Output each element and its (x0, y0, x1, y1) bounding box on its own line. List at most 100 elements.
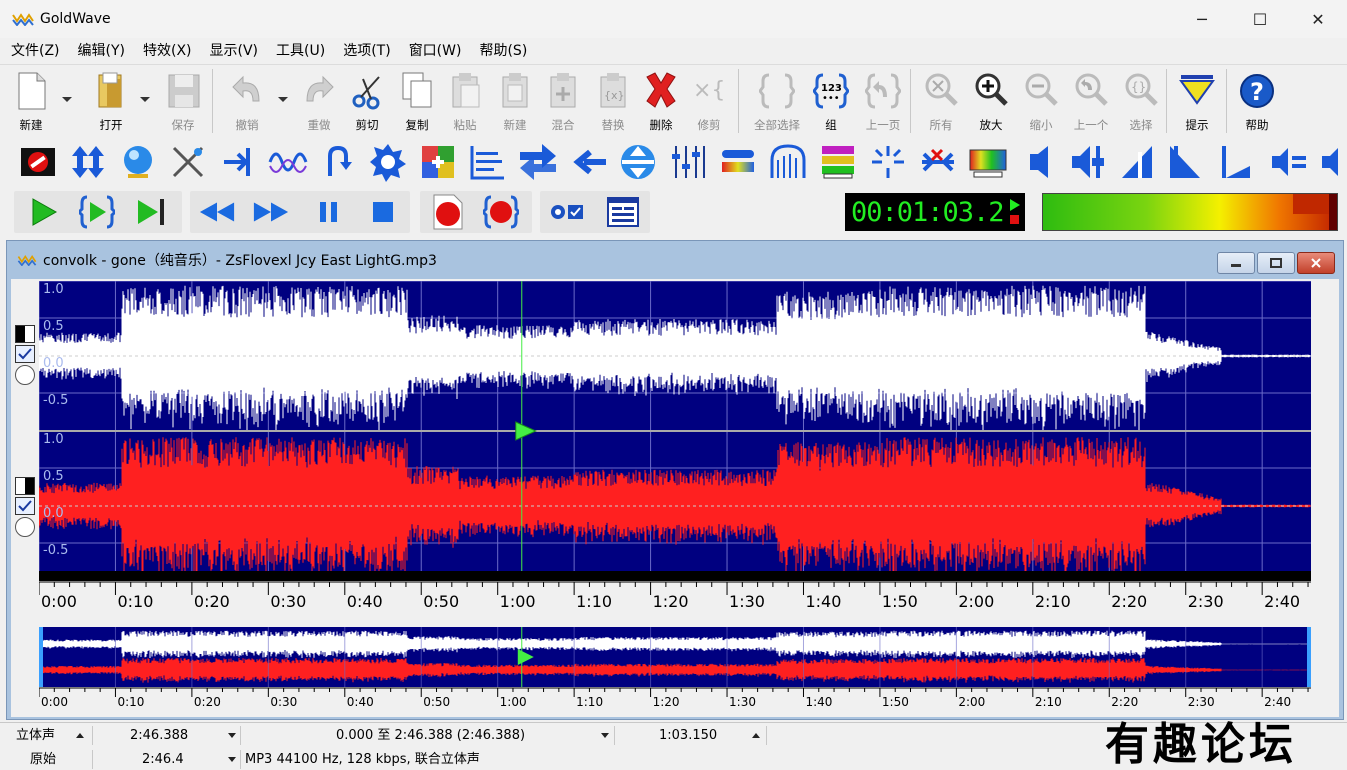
toolbar-button-redo[interactable]: 重做 (294, 71, 344, 135)
toolbar-button-replace[interactable]: {x} 替换 (588, 71, 638, 135)
menu-window[interactable]: 窗口(W) (400, 38, 471, 64)
left-channel-mute[interactable] (15, 325, 35, 343)
speaker-loud-icon[interactable] (1118, 142, 1158, 182)
length-dropdown[interactable] (228, 724, 236, 747)
sphere-icon[interactable] (118, 142, 158, 182)
timeline-ruler[interactable]: 0:00 0:10 0:20 0:30 0:40 0:50 1:00 1:10 1:20 1:30… (39, 581, 1311, 611)
split-line-icon[interactable] (868, 142, 908, 182)
speaker-small-icon[interactable] (1216, 142, 1256, 182)
maximize-button[interactable]: ☐ (1231, 0, 1289, 38)
close-button[interactable]: ✕ (1289, 0, 1347, 38)
no-entry-icon[interactable] (18, 142, 58, 182)
toolbar-button-hint-triangle[interactable]: 提示 (1172, 71, 1222, 135)
open-dropdown-arrow[interactable] (140, 97, 150, 102)
color-grid-icon[interactable] (818, 142, 858, 182)
toolbar-label: 选择 (1129, 118, 1153, 132)
position-dropdown[interactable] (752, 724, 760, 747)
overview-timeline-label: 1:50 (882, 695, 909, 709)
channel-mode[interactable]: 立体声 (16, 724, 55, 747)
right-channel-solo[interactable] (15, 517, 35, 537)
play-to-end-button[interactable] (132, 191, 170, 233)
channel-mode-arrow[interactable] (76, 724, 84, 747)
toolbar-button-help-question[interactable]: ? 帮助 (1232, 71, 1282, 135)
toolbar-button-zoom-previous[interactable]: 上一个 (1066, 71, 1116, 135)
rainbow-box-icon[interactable] (968, 142, 1008, 182)
menu-help[interactable]: 帮助(S) (470, 38, 536, 64)
toolbar-button-select-all[interactable]: 全部选择 (752, 71, 802, 135)
toolbar-button-mix[interactable]: 混合 (538, 71, 588, 135)
input-arrow-icon[interactable] (218, 142, 258, 182)
undo-dropdown-arrow[interactable] (278, 97, 288, 102)
speaker-equal-icon[interactable] (1268, 142, 1308, 182)
speaker-icon[interactable] (1018, 142, 1058, 182)
speaker-mute-icon[interactable] (1166, 142, 1206, 182)
speaker-partial-icon[interactable] (1318, 142, 1347, 182)
doc-minimize-button[interactable] (1217, 252, 1255, 274)
menu-edit[interactable]: 编辑(Y) (69, 38, 134, 64)
return-arrow-icon[interactable] (318, 142, 358, 182)
resize-vertical-icon[interactable] (68, 142, 108, 182)
overview-right-handle[interactable] (1307, 627, 1311, 687)
toolbar-button-zoom-out[interactable]: 缩小 (1016, 71, 1066, 135)
gear-icon[interactable] (368, 142, 408, 182)
equalizer-icon[interactable] (468, 142, 508, 182)
menu-tools[interactable]: 工具(U) (267, 38, 334, 64)
size-dropdown[interactable] (228, 748, 236, 770)
toolbar-button-open-folder[interactable]: 打开 (86, 71, 136, 135)
xy-cross-icon[interactable] (168, 142, 208, 182)
monitor-record-button[interactable] (548, 191, 586, 233)
menu-view[interactable]: 显示(V) (201, 38, 268, 64)
toolbar-button-paste[interactable]: 粘贴 (440, 71, 490, 135)
wave-icon[interactable] (268, 142, 308, 182)
spectrum-bar-icon[interactable] (718, 142, 758, 182)
up-down-circle-icon[interactable] (618, 142, 658, 182)
sliders-icon[interactable] (668, 142, 708, 182)
pause-button[interactable] (310, 191, 348, 233)
toolbar-button-trim[interactable]: ×{}× 修剪 (684, 71, 734, 135)
toolbar-button-zoom-selection[interactable]: {} 选择 (1116, 71, 1166, 135)
toolbar-button-undo[interactable]: 撤销 (222, 71, 272, 135)
selection-dropdown[interactable] (601, 724, 609, 747)
menu-file[interactable]: 文件(Z) (2, 38, 69, 64)
control-window-button[interactable] (604, 191, 642, 233)
toolbar-button-copy[interactable]: 复制 (392, 71, 442, 135)
doc-close-button[interactable] (1297, 252, 1335, 274)
toolbar-button-delete-x[interactable]: 删除 (636, 71, 686, 135)
color-mix-icon[interactable] (418, 142, 458, 182)
menu-options[interactable]: 选项(T) (334, 38, 399, 64)
toolbar-button-previous-page[interactable]: 上一页 (858, 71, 908, 135)
new-dropdown-arrow[interactable] (62, 97, 72, 102)
document-title-bar[interactable]: convolk - gone（纯音乐）- ZsFlovexl Jcy East … (7, 241, 1343, 279)
left-channel-checkbox[interactable] (15, 345, 35, 363)
overview-left-handle[interactable] (39, 627, 43, 687)
delete-x-icon (643, 71, 679, 111)
play-button[interactable] (24, 191, 62, 233)
arch-icon[interactable] (768, 142, 808, 182)
toolbar-button-zoom-all[interactable]: 所有 (916, 71, 966, 135)
toolbar-button-save-disk[interactable]: 保存 (158, 71, 208, 135)
record-selection-button[interactable] (482, 191, 520, 233)
doc-restore-button[interactable] (1257, 252, 1295, 274)
toolbar-button-paste-new[interactable]: 新建 (490, 71, 540, 135)
left-arrow-icon[interactable] (568, 142, 608, 182)
waveform-display[interactable]: 1.0 0.5 0.0 -0.5 1.0 0.5 0.0 -0.5 (39, 281, 1311, 581)
length-value: 2:46.388 (130, 728, 189, 743)
record-button[interactable] (428, 191, 466, 233)
fast-forward-button[interactable] (252, 191, 290, 233)
overview-waveform[interactable] (39, 627, 1311, 687)
menu-effects[interactable]: 特效(X) (134, 38, 201, 64)
left-channel-solo[interactable] (15, 365, 35, 385)
cut-merge-icon[interactable] (918, 142, 958, 182)
right-channel-checkbox[interactable] (15, 497, 35, 515)
toolbar-button-scissors[interactable]: 剪切 (342, 71, 392, 135)
toolbar-button-new-file[interactable]: 新建 (6, 71, 56, 135)
rewind-button[interactable] (198, 191, 236, 233)
double-arrow-icon[interactable] (518, 142, 558, 182)
minimize-button[interactable]: ─ (1173, 0, 1231, 38)
toolbar-button-zoom-in[interactable]: 放大 (966, 71, 1016, 135)
speaker-fader-icon[interactable] (1068, 142, 1108, 182)
play-selection-button[interactable] (78, 191, 116, 233)
right-channel-mute[interactable] (15, 477, 35, 495)
toolbar-button-group-123[interactable]: 123 ••• 组 (806, 71, 856, 135)
stop-button[interactable] (364, 191, 402, 233)
